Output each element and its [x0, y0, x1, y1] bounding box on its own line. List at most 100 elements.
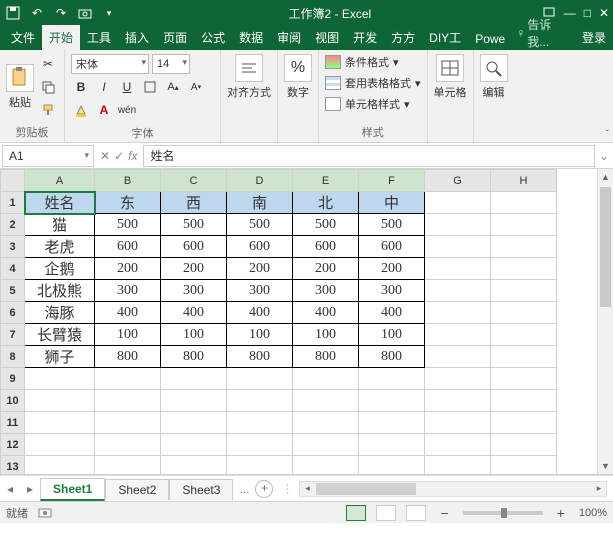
- cell-empty[interactable]: [25, 390, 95, 412]
- cell-empty[interactable]: [95, 456, 161, 476]
- scroll-thumb[interactable]: [600, 187, 611, 307]
- col-header-D[interactable]: D: [227, 170, 293, 192]
- col-header-B[interactable]: B: [95, 170, 161, 192]
- conditional-format-button[interactable]: 条件格式 ▾: [325, 54, 421, 70]
- cell-name-3[interactable]: 北极熊: [25, 280, 95, 302]
- cell-data-4-0[interactable]: 400: [95, 302, 161, 324]
- cell-empty[interactable]: [359, 368, 425, 390]
- cell-data-6-2[interactable]: 800: [227, 346, 293, 368]
- border-button[interactable]: [140, 77, 160, 97]
- cell-data-6-3[interactable]: 800: [293, 346, 359, 368]
- tell-me[interactable]: ♀告诉我...: [512, 16, 575, 50]
- cell-empty[interactable]: [491, 236, 557, 258]
- cell-header-0[interactable]: 姓名: [25, 192, 95, 214]
- cell-data-5-0[interactable]: 100: [95, 324, 161, 346]
- cell-data-4-4[interactable]: 400: [359, 302, 425, 324]
- maximize-icon[interactable]: □: [584, 6, 591, 20]
- cell-data-5-3[interactable]: 100: [293, 324, 359, 346]
- tab-page[interactable]: 页面: [156, 25, 194, 50]
- row-header-3[interactable]: 3: [1, 236, 25, 258]
- fill-color-button[interactable]: [71, 100, 91, 120]
- cell-data-1-1[interactable]: 600: [161, 236, 227, 258]
- cell-data-5-2[interactable]: 100: [227, 324, 293, 346]
- cell-empty[interactable]: [491, 280, 557, 302]
- cell-empty[interactable]: [161, 456, 227, 476]
- paste-button[interactable]: 粘贴: [6, 64, 34, 110]
- cell-empty[interactable]: [95, 390, 161, 412]
- cell-data-5-1[interactable]: 100: [161, 324, 227, 346]
- row-header-5[interactable]: 5: [1, 280, 25, 302]
- cell-data-2-3[interactable]: 200: [293, 258, 359, 280]
- cell-empty[interactable]: [425, 236, 491, 258]
- row-header-8[interactable]: 8: [1, 346, 25, 368]
- cell-empty[interactable]: [491, 346, 557, 368]
- cell-empty[interactable]: [491, 412, 557, 434]
- cell-data-2-1[interactable]: 200: [161, 258, 227, 280]
- cell-header-3[interactable]: 南: [227, 192, 293, 214]
- hscroll-left-icon[interactable]: ◂: [300, 483, 314, 494]
- cell-data-3-2[interactable]: 300: [227, 280, 293, 302]
- cell-empty[interactable]: [425, 324, 491, 346]
- row-header-9[interactable]: 9: [1, 368, 25, 390]
- cell-data-4-2[interactable]: 400: [227, 302, 293, 324]
- cell-empty[interactable]: [491, 368, 557, 390]
- row-header-6[interactable]: 6: [1, 302, 25, 324]
- cell-data-0-4[interactable]: 500: [359, 214, 425, 236]
- cell-empty[interactable]: [491, 390, 557, 412]
- col-header-A[interactable]: A: [25, 170, 95, 192]
- row-header-10[interactable]: 10: [1, 390, 25, 412]
- col-header-H[interactable]: H: [491, 170, 557, 192]
- decrease-font-icon[interactable]: A▾: [186, 77, 206, 97]
- hscroll-thumb[interactable]: [316, 483, 416, 495]
- zoom-in-button[interactable]: +: [553, 505, 569, 521]
- horizontal-scrollbar[interactable]: ◂ ↖ ▸: [299, 481, 607, 497]
- tab-tools[interactable]: 工具: [80, 25, 118, 50]
- cell-empty[interactable]: [425, 390, 491, 412]
- cell-empty[interactable]: [95, 434, 161, 456]
- macro-record-icon[interactable]: [38, 507, 52, 519]
- cancel-formula-icon[interactable]: ✕: [100, 149, 110, 163]
- tab-file[interactable]: 文件: [4, 25, 42, 50]
- zoom-slider[interactable]: [463, 511, 543, 515]
- cell-empty[interactable]: [161, 434, 227, 456]
- cell-empty[interactable]: [491, 258, 557, 280]
- cell-name-5[interactable]: 长臂猿: [25, 324, 95, 346]
- number-button[interactable]: % 数字: [284, 54, 312, 100]
- cell-empty[interactable]: [161, 412, 227, 434]
- cell-empty[interactable]: [293, 456, 359, 476]
- cell-empty[interactable]: [491, 324, 557, 346]
- view-normal-button[interactable]: [346, 505, 366, 521]
- cell-empty[interactable]: [25, 434, 95, 456]
- tab-developer[interactable]: 开发: [346, 25, 384, 50]
- select-all-corner[interactable]: [1, 170, 25, 192]
- view-page-break-button[interactable]: [406, 505, 426, 521]
- cell-data-3-4[interactable]: 300: [359, 280, 425, 302]
- cell-empty[interactable]: [227, 434, 293, 456]
- camera-icon[interactable]: [76, 4, 94, 22]
- cell-empty[interactable]: [95, 368, 161, 390]
- enter-formula-icon[interactable]: ✓: [114, 149, 124, 163]
- new-sheet-button[interactable]: +: [255, 480, 273, 498]
- cell-data-1-4[interactable]: 600: [359, 236, 425, 258]
- copy-icon[interactable]: [38, 77, 58, 97]
- cell-empty[interactable]: [25, 368, 95, 390]
- name-box[interactable]: A1: [2, 145, 94, 167]
- sheet-tab-3[interactable]: Sheet3: [169, 479, 233, 500]
- cell-data-5-4[interactable]: 100: [359, 324, 425, 346]
- italic-button[interactable]: I: [94, 77, 114, 97]
- redo-icon[interactable]: ↷: [52, 4, 70, 22]
- cell-empty[interactable]: [425, 214, 491, 236]
- tab-view[interactable]: 视图: [308, 25, 346, 50]
- cell-empty[interactable]: [293, 412, 359, 434]
- cell-empty[interactable]: [359, 412, 425, 434]
- login-link[interactable]: 登录: [575, 25, 613, 50]
- row-header-4[interactable]: 4: [1, 258, 25, 280]
- cell-empty[interactable]: [359, 390, 425, 412]
- editing-button[interactable]: 编辑: [480, 54, 508, 100]
- tab-home[interactable]: 开始: [42, 25, 80, 50]
- font-name-combo[interactable]: 宋体: [71, 54, 149, 74]
- cell-empty[interactable]: [491, 434, 557, 456]
- cell-name-0[interactable]: 猫: [25, 214, 95, 236]
- cell-empty[interactable]: [227, 456, 293, 476]
- cell-empty[interactable]: [425, 456, 491, 476]
